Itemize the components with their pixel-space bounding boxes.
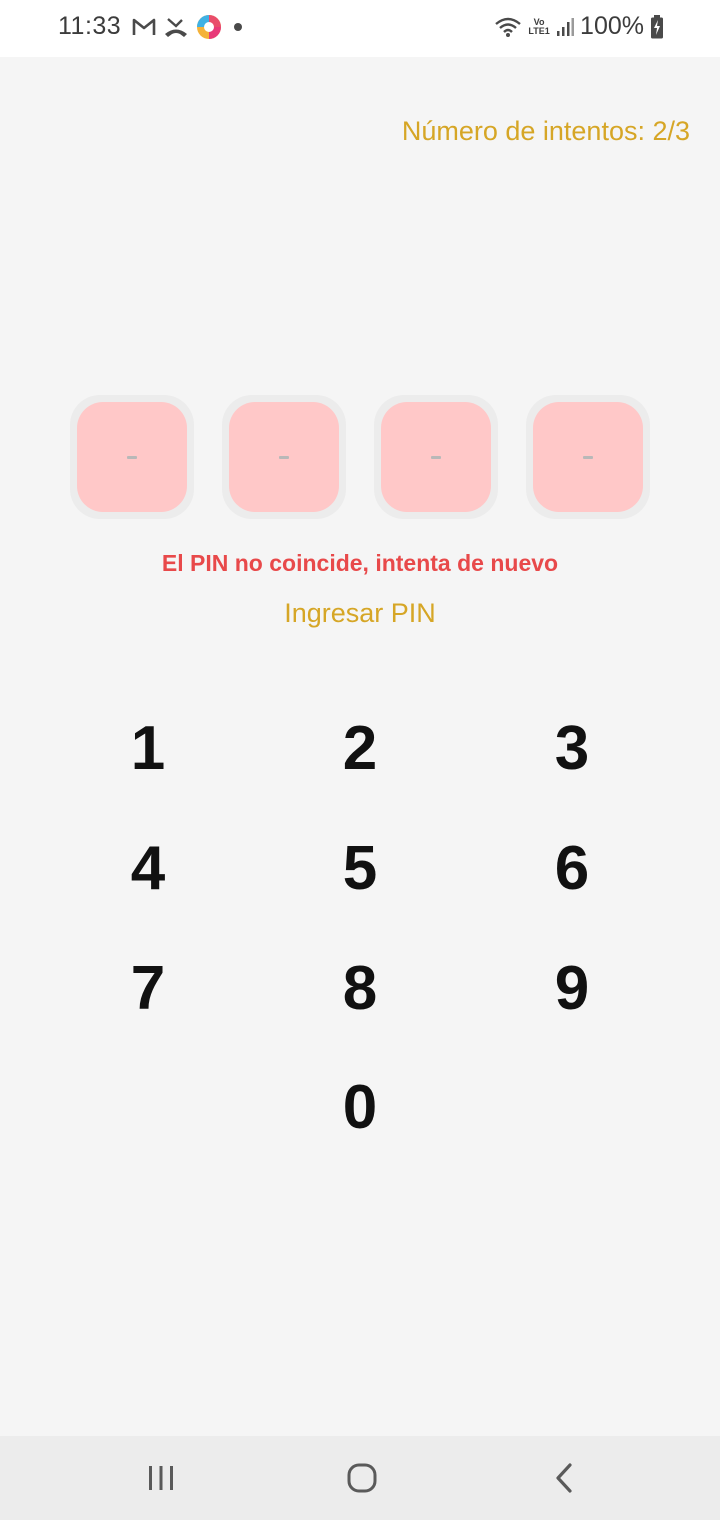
pin-placeholder-dash — [583, 455, 593, 459]
key-0[interactable]: 0 — [290, 1057, 430, 1157]
pin-slot-2 — [222, 395, 346, 519]
key-9[interactable]: 9 — [502, 938, 642, 1038]
recents-button[interactable] — [111, 1436, 211, 1520]
pin-box — [229, 402, 339, 512]
pin-slot-3 — [374, 395, 498, 519]
signal-icon — [557, 17, 575, 36]
gmail-icon — [132, 18, 156, 35]
pin-box — [381, 402, 491, 512]
battery-percent: 100% — [580, 12, 644, 40]
back-icon — [556, 1463, 572, 1493]
pin-input-row — [70, 395, 650, 519]
battery-charging-icon — [651, 14, 663, 38]
home-icon — [347, 1463, 377, 1493]
pin-box — [77, 402, 187, 512]
key-1[interactable]: 1 — [78, 698, 218, 798]
key-3[interactable]: 3 — [502, 698, 642, 798]
recents-icon — [149, 1466, 173, 1490]
pin-placeholder-dash — [127, 455, 137, 459]
key-7[interactable]: 7 — [78, 938, 218, 1038]
pin-error-message: El PIN no coincide, intenta de nuevo — [161, 550, 559, 576]
status-bar: 11:33 Vo LTE1 100% — [0, 0, 720, 57]
pin-slot-1 — [70, 395, 194, 519]
missed-call-icon — [165, 18, 187, 37]
navigation-bar — [0, 1436, 720, 1520]
pin-slot-4 — [526, 395, 650, 519]
back-button[interactable] — [514, 1436, 614, 1520]
app-icon — [197, 15, 221, 39]
home-button[interactable] — [312, 1436, 412, 1520]
pin-placeholder-dash — [431, 455, 441, 459]
status-right: Vo LTE1 100% — [494, 12, 664, 41]
wifi-icon — [495, 17, 521, 37]
key-2[interactable]: 2 — [290, 698, 430, 798]
pin-placeholder-dash — [279, 455, 289, 459]
notification-icons — [132, 14, 246, 40]
key-4[interactable]: 4 — [78, 818, 218, 918]
key-8[interactable]: 8 — [290, 938, 430, 1038]
lte-icon: Vo LTE1 — [528, 16, 550, 36]
status-time: 11:33 — [58, 12, 122, 40]
enter-pin-prompt: Ingresar PIN — [284, 598, 436, 628]
key-5[interactable]: 5 — [290, 818, 430, 918]
notification-dot-icon — [234, 23, 242, 31]
pin-box — [533, 402, 643, 512]
key-6[interactable]: 6 — [502, 818, 642, 918]
attempts-counter: Número de intentos: 2/3 — [401, 116, 690, 146]
